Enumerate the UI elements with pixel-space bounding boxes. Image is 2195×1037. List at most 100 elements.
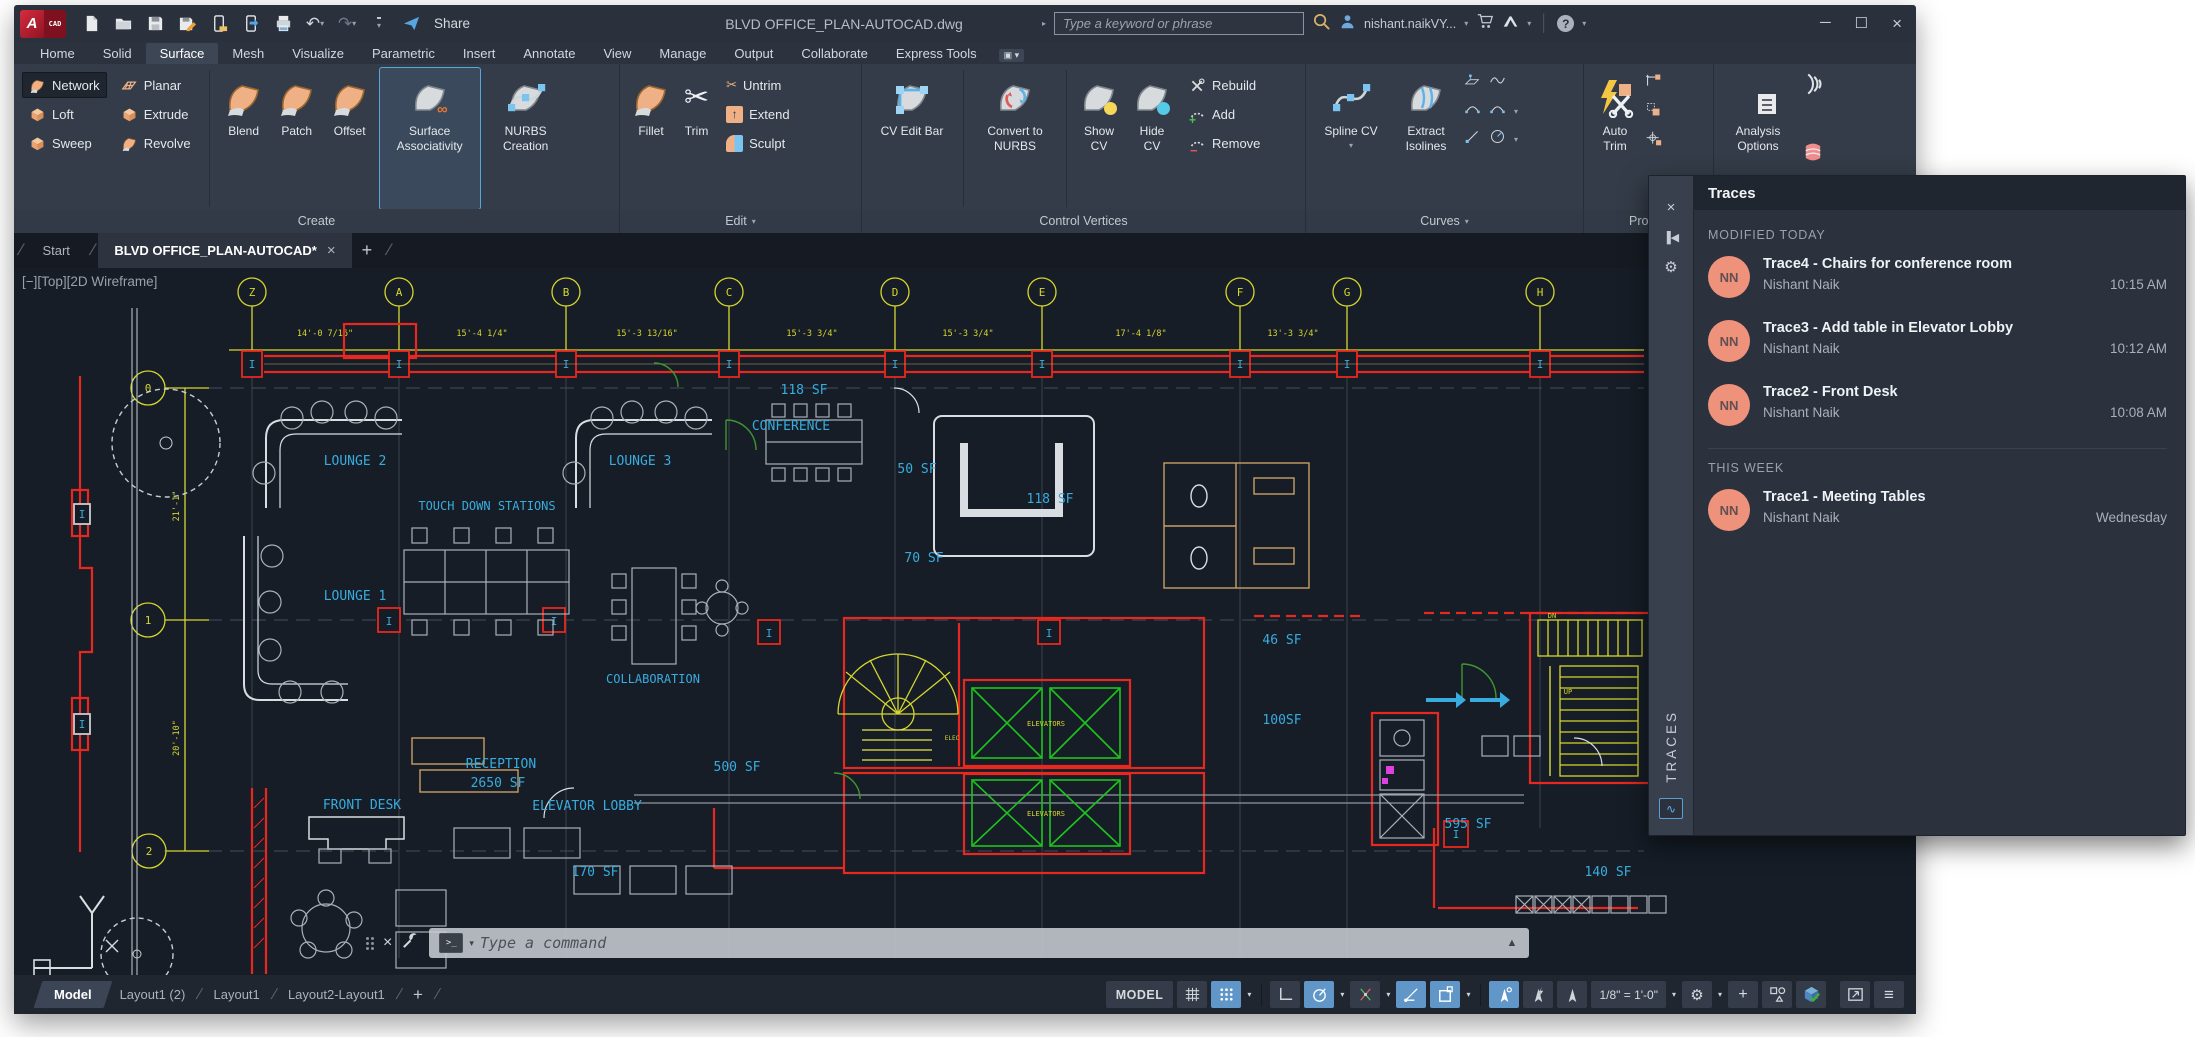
ribbon-display-toggle[interactable]: ▣ ▾: [999, 49, 1025, 62]
extract-isolines-button[interactable]: ExtractIsolines: [1395, 68, 1457, 209]
patch-button[interactable]: Patch: [274, 68, 320, 209]
ortho-mode-toggle[interactable]: [1270, 981, 1300, 1008]
tab-home[interactable]: Home: [26, 43, 89, 64]
status-menu-icon[interactable]: ≡: [1874, 981, 1904, 1008]
drawing-canvas[interactable]: ZABCDEFGH 012 14'-0 7/16"15'-4 1/4"15'-3…: [14, 268, 1916, 975]
convert-to-nurbs-button[interactable]: Convert toNURBS: [973, 68, 1057, 209]
annotation-autoscale-toggle[interactable]: [1523, 981, 1553, 1008]
curve-plane-tool[interactable]: [1464, 72, 1481, 94]
viewport-controls[interactable]: [−][Top][2D Wireframe]: [22, 274, 157, 289]
curve-blend-tool[interactable]: [1464, 100, 1481, 122]
zebra-analysis-tool[interactable]: [1801, 72, 1825, 101]
offset-button[interactable]: Offset: [327, 68, 373, 209]
remove-cv-button[interactable]: −Remove: [1182, 130, 1267, 156]
title-expand-icon[interactable]: ▸: [1042, 19, 1046, 28]
grid-display-toggle[interactable]: [1177, 981, 1207, 1008]
signed-in-user[interactable]: nishant.naikVY...: [1364, 17, 1456, 31]
palette-close-icon[interactable]: ×: [1649, 192, 1693, 222]
spline-cv-button[interactable]: Spline CV▾: [1314, 68, 1388, 209]
trace-mini-icon[interactable]: ∿: [1659, 798, 1683, 819]
file-tab-document[interactable]: BLVD OFFICE_PLAN-AUTOCAD* ×: [98, 233, 351, 268]
file-tab-close-icon[interactable]: ×: [327, 242, 336, 259]
isometric-caret-icon[interactable]: ▾: [1384, 990, 1392, 999]
auto-trim-button[interactable]: AutoTrim: [1592, 68, 1638, 209]
tab-solid[interactable]: Solid: [89, 43, 146, 64]
tab-mesh[interactable]: Mesh: [218, 43, 278, 64]
command-grip-handle[interactable]: [366, 937, 374, 950]
sculpt-button[interactable]: Sculpt: [719, 130, 796, 156]
command-expand-icon[interactable]: ▲: [1506, 937, 1517, 949]
share-button[interactable]: Share: [434, 16, 470, 31]
planar-button[interactable]: Planar: [114, 72, 198, 98]
tab-insert[interactable]: Insert: [449, 43, 510, 64]
polar-tracking-toggle[interactable]: [1304, 981, 1334, 1008]
user-menu-caret-icon[interactable]: ▾: [1464, 19, 1468, 28]
scale-caret-icon[interactable]: ▾: [1670, 990, 1678, 999]
layout-tab-model[interactable]: Model: [34, 981, 112, 1008]
clean-screen-toggle[interactable]: [1840, 981, 1870, 1008]
panel-label-edit[interactable]: Edit▾: [620, 209, 861, 233]
minimize-button[interactable]: ─: [1820, 14, 1831, 34]
loft-button[interactable]: Loft: [22, 101, 107, 127]
show-cv-button[interactable]: ShowCV: [1076, 68, 1122, 209]
graphics-performance-toggle[interactable]: [1796, 981, 1826, 1008]
autocad-logo-icon[interactable]: A CAD: [20, 10, 66, 38]
curve-circle-tool[interactable]: [1489, 128, 1506, 150]
arc-caret-icon[interactable]: ▾: [1514, 107, 1518, 116]
tab-parametric[interactable]: Parametric: [358, 43, 449, 64]
annotation-visibility-toggle[interactable]: [1489, 981, 1519, 1008]
qat-customize-button[interactable]: ▾: [368, 13, 390, 35]
annotation-scale-icon[interactable]: [1557, 981, 1587, 1008]
curve-arc-tool[interactable]: [1489, 100, 1506, 122]
command-close-icon[interactable]: ×: [383, 934, 392, 952]
extrude-button[interactable]: Extrude: [114, 101, 198, 127]
file-tab-start[interactable]: Start: [26, 233, 85, 268]
blend-button[interactable]: Blend: [221, 68, 267, 209]
tab-view[interactable]: View: [589, 43, 645, 64]
project-to-2points-tool[interactable]: [1645, 130, 1662, 152]
help-caret-icon[interactable]: ▾: [1582, 19, 1586, 28]
panel-label-control-vertices[interactable]: Control Vertices: [862, 209, 1305, 233]
cv-edit-bar-button[interactable]: CV Edit Bar: [870, 68, 954, 209]
customize-wrench-icon[interactable]: [401, 931, 420, 955]
revolve-button[interactable]: Revolve: [114, 130, 198, 156]
panel-label-create[interactable]: Create: [14, 209, 619, 233]
autodesk-menu-caret-icon[interactable]: ▾: [1527, 19, 1531, 28]
project-to-ucs-tool[interactable]: [1645, 72, 1662, 94]
tab-express-tools[interactable]: Express Tools: [882, 43, 991, 64]
tab-output[interactable]: Output: [720, 43, 787, 64]
extend-button[interactable]: ↑Extend: [719, 101, 796, 127]
command-options-caret-icon[interactable]: ▾: [469, 938, 474, 949]
hide-cv-button[interactable]: HideCV: [1129, 68, 1175, 209]
annotation-scale-value[interactable]: 1/8" = 1'-0": [1591, 981, 1666, 1008]
save-button[interactable]: [144, 13, 166, 35]
layout-tab-layout1[interactable]: Layout1: [204, 981, 270, 1008]
autodesk-menu-icon[interactable]: [1502, 13, 1519, 35]
panel-label-curves[interactable]: Curves▾: [1306, 209, 1583, 233]
palette-properties-gear-icon[interactable]: ⚙: [1649, 252, 1693, 282]
tab-visualize[interactable]: Visualize: [278, 43, 358, 64]
save-to-mobile-button[interactable]: [240, 13, 262, 35]
rebuild-button[interactable]: Rebuild: [1182, 72, 1267, 98]
new-layout-button[interactable]: +: [403, 985, 433, 1005]
command-input[interactable]: >_ ▾ Type a command ▲: [429, 928, 1529, 958]
add-cv-button[interactable]: +Add: [1182, 101, 1267, 127]
layout-tab-layout2[interactable]: Layout2-Layout1: [278, 981, 395, 1008]
curve-line-tool[interactable]: [1464, 128, 1481, 150]
curvature-analysis-tool[interactable]: [1801, 106, 1825, 135]
project-to-view-tool[interactable]: [1645, 101, 1662, 123]
redo-button[interactable]: ↷▾: [336, 13, 358, 35]
snap-mode-toggle[interactable]: [1211, 981, 1241, 1008]
close-button[interactable]: ×: [1892, 14, 1902, 34]
plot-button[interactable]: [272, 13, 294, 35]
tab-annotate[interactable]: Annotate: [509, 43, 589, 64]
network-button[interactable]: Network: [22, 72, 107, 98]
share-icon[interactable]: [400, 13, 422, 35]
isometric-drafting-toggle[interactable]: [1350, 981, 1380, 1008]
customization-gear-icon[interactable]: ⚙: [1682, 981, 1712, 1008]
search-icon[interactable]: [1312, 12, 1331, 36]
snap-caret-icon[interactable]: ▾: [1245, 990, 1253, 999]
open-from-mobile-button[interactable]: [208, 13, 230, 35]
help-icon[interactable]: ?: [1557, 15, 1574, 32]
new-drawing-tab-button[interactable]: +: [352, 240, 383, 261]
